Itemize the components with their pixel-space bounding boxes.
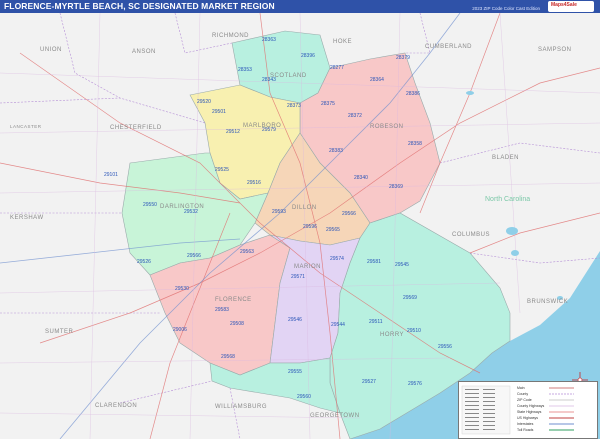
- map-canvas: RICHMOND SCOTLAND HOKE CUMBERLAND SAMPSO…: [0, 13, 600, 439]
- zip-label: 28369: [389, 184, 403, 190]
- legend-list: [461, 385, 511, 435]
- county-label: HORRY: [380, 332, 404, 338]
- zip-label: 29568: [221, 354, 235, 360]
- zip-label: 28373: [287, 103, 301, 109]
- zip-label: 28353: [238, 67, 252, 73]
- county-label: ANSON: [132, 49, 156, 55]
- legend-item: County Highways: [517, 404, 544, 408]
- zip-label: 29566: [342, 211, 356, 217]
- zip-label: 29508: [230, 321, 244, 327]
- title-bar: FLORENCE-MYRTLE BEACH, SC DESIGNATED MAR…: [0, 0, 600, 13]
- county-label: DILLON: [292, 205, 317, 211]
- zip-label: 28363: [262, 37, 276, 43]
- edition-label: 2023 ZIP Code Color Cast Edition: [472, 6, 540, 11]
- zip-label: 29583: [215, 307, 229, 313]
- lake: [511, 250, 519, 256]
- zip-label: 29565: [326, 227, 340, 233]
- zip-label: 29596: [303, 224, 317, 230]
- zip-label: 29566: [187, 253, 201, 259]
- zip-label: 29556: [438, 344, 452, 350]
- zip-label: 28358: [408, 141, 422, 147]
- zip-label: 28396: [301, 53, 315, 59]
- zip-label: 29510: [407, 328, 421, 334]
- county-label: LANCASTER: [10, 124, 42, 129]
- map-poster: FLORENCE-MYRTLE BEACH, SC DESIGNATED MAR…: [0, 0, 600, 439]
- county-label: BLADEN: [492, 155, 519, 161]
- zip-label: 29532: [184, 209, 198, 215]
- zip-label: 28379: [396, 55, 410, 61]
- zip-label: 29546: [288, 317, 302, 323]
- zip-label: 29516: [247, 180, 261, 186]
- lake: [506, 227, 518, 235]
- zip-label: 29571: [291, 274, 305, 280]
- legend-item: County: [517, 392, 528, 396]
- legend-canvas: Main County ZIP Code County Highways Sta…: [461, 385, 574, 435]
- legend-item: US Highways: [517, 416, 538, 420]
- zip-label: 29555: [288, 369, 302, 375]
- county-label: KERSHAW: [10, 215, 44, 221]
- zip-label: 29501: [212, 109, 226, 115]
- zip-label: 29511: [369, 319, 383, 325]
- zip-label: 29006: [173, 327, 187, 333]
- zip-label: 28375: [321, 101, 335, 107]
- county-label: WILLIAMSBURG: [215, 404, 267, 410]
- county-label: BRUNSWICK: [527, 299, 568, 305]
- legend-item: Main: [517, 386, 525, 390]
- county-label: FLORENCE: [215, 297, 252, 303]
- county-label: CLARENDON: [95, 403, 137, 409]
- zip-label: 29576: [408, 381, 422, 387]
- zip-label: 29581: [367, 259, 381, 265]
- zip-label: 29579: [262, 127, 276, 133]
- county-label: SAMPSON: [538, 47, 572, 53]
- zip-label: 29526: [137, 259, 151, 265]
- county-label: RICHMOND: [212, 33, 249, 39]
- zip-label: 29574: [330, 256, 344, 262]
- zip-label: 29544: [331, 322, 345, 328]
- county-label: CUMBERLAND: [425, 44, 472, 50]
- legend-item: ZIP Code: [517, 398, 532, 402]
- zip-label: 29550: [143, 202, 157, 208]
- brand-logo: Maps4Sale: [548, 1, 594, 12]
- state-label: North Carolina: [485, 196, 530, 203]
- zip-label: 29101: [104, 172, 118, 178]
- logo-text: Maps4Sale: [551, 2, 577, 8]
- zip-label: 28277: [330, 65, 344, 71]
- lake: [466, 91, 474, 95]
- county-label: UNION: [40, 47, 62, 53]
- zip-label: 29563: [240, 249, 254, 255]
- zip-label: 28372: [348, 113, 362, 119]
- zip-label: 28340: [354, 175, 368, 181]
- zip-label: 29530: [175, 286, 189, 292]
- zip-label: 29512: [226, 129, 240, 135]
- legend-item: State Highways: [517, 410, 542, 414]
- legend-item: Toll Roads: [517, 428, 534, 432]
- zip-label: 28383: [329, 148, 343, 154]
- county-label: GEORGETOWN: [310, 413, 360, 419]
- zip-label: 29560: [297, 394, 311, 400]
- zip-label: 28386: [406, 91, 420, 97]
- county-label: SUMTER: [45, 329, 74, 335]
- legend-item: Interstates: [517, 422, 534, 426]
- map-legend: Main County ZIP Code County Highways Sta…: [458, 381, 598, 439]
- county-label: MARION: [294, 264, 321, 270]
- zip-label: 29545: [395, 262, 409, 268]
- zip-label: 29527: [362, 379, 376, 385]
- county-label: CHESTERFIELD: [110, 125, 162, 131]
- county-label: HOKE: [333, 39, 352, 45]
- county-label: ROBESON: [370, 124, 404, 130]
- zip-label: 28343: [262, 77, 276, 83]
- zip-label: 28364: [370, 77, 384, 83]
- zip-label: 29593: [272, 209, 286, 215]
- zip-label: 29520: [197, 99, 211, 105]
- zip-label: 29569: [403, 295, 417, 301]
- map-title: FLORENCE-MYRTLE BEACH, SC DESIGNATED MAR…: [4, 1, 275, 11]
- county-label: COLUMBUS: [452, 232, 490, 238]
- zip-label: 29525: [215, 167, 229, 173]
